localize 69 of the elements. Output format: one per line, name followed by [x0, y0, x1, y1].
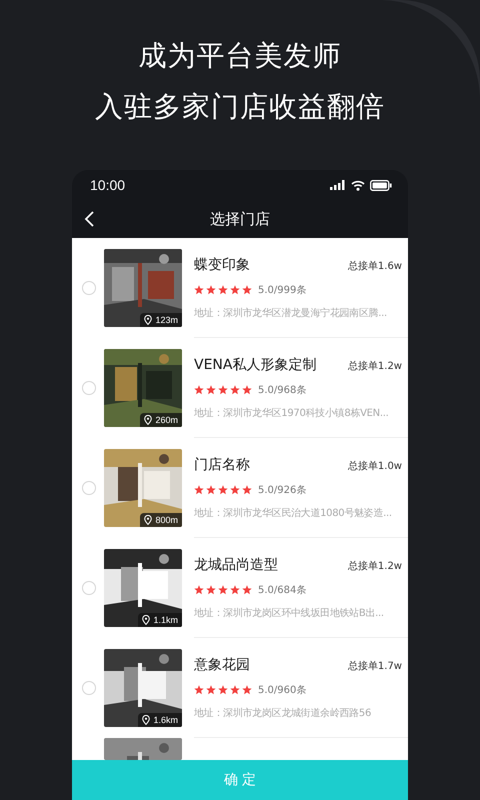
distance-text: 1.6km	[153, 715, 178, 725]
star-icon	[242, 484, 252, 494]
star-icon	[194, 484, 204, 494]
rating-text: 5.0/960条	[258, 684, 306, 696]
wifi-icon	[351, 180, 365, 190]
star-icon	[218, 384, 228, 394]
radio-button[interactable]	[82, 581, 96, 595]
back-icon[interactable]	[84, 211, 94, 227]
confirm-button[interactable]: 确 定	[72, 760, 408, 800]
star-icon	[218, 584, 228, 594]
radio-button[interactable]	[82, 481, 96, 495]
star-icon	[194, 384, 204, 394]
store-address: 地址：深圳市龙华区民治大道1080号魅姿造...	[194, 506, 393, 520]
battery-icon	[370, 180, 392, 190]
distance-text: 1.1km	[153, 615, 178, 625]
star-icon	[194, 684, 204, 694]
star-icon	[218, 484, 228, 494]
star-icon	[230, 684, 240, 694]
store-address: 地址：深圳市龙岗区龙城街道余岭西路56	[194, 706, 372, 720]
order-count: 总接单1.0w	[348, 460, 402, 472]
order-count: 总接单1.2w	[348, 360, 402, 372]
star-icon	[194, 284, 204, 294]
location-pin-icon	[142, 615, 150, 625]
star-icon	[206, 484, 216, 494]
rating-text: 5.0/999条	[258, 284, 306, 296]
distance-text: 800m	[155, 515, 178, 525]
star-icon	[242, 684, 252, 694]
location-pin-icon	[142, 715, 150, 725]
location-pin-icon	[144, 415, 152, 425]
distance-text: 123m	[155, 315, 178, 325]
radio-button[interactable]	[82, 381, 96, 395]
store-name: VENA私人形象定制	[194, 356, 316, 374]
star-icon	[206, 284, 216, 294]
star-icon	[206, 684, 216, 694]
order-count: 总接单1.7w	[348, 660, 402, 672]
headline: 入驻多家门店收益翻倍	[95, 89, 385, 125]
store-address: 地址：深圳市龙华区潜龙曼海宁花园南区腾...	[194, 306, 388, 320]
store-name: 门店名称	[194, 456, 250, 474]
order-count: 总接单1.2w	[348, 560, 402, 572]
radio-button[interactable]	[82, 281, 96, 295]
distance-text: 260m	[155, 415, 178, 425]
rating-text: 5.0/968条	[258, 384, 306, 396]
location-pin-icon	[144, 515, 152, 525]
store-address: 地址：深圳市龙华区1970科技小镇8栋VEN...	[194, 406, 390, 420]
status-time: 10:00	[90, 177, 126, 193]
store-name: 龙城品尚造型	[194, 556, 278, 574]
star-icon	[242, 284, 252, 294]
signal-icon	[330, 180, 346, 190]
star-icon	[230, 284, 240, 294]
order-count: 总接单1.6w	[348, 260, 402, 272]
rating-text: 5.0/684条	[258, 584, 306, 596]
star-icon	[230, 584, 240, 594]
radio-button[interactable]	[82, 681, 96, 695]
store-name: 意象花园	[194, 656, 250, 674]
page-title: 选择门店	[210, 210, 270, 228]
star-icon	[230, 484, 240, 494]
star-icon	[194, 584, 204, 594]
star-icon	[242, 584, 252, 594]
star-icon	[206, 384, 216, 394]
store-address: 地址：深圳市龙岗区环中线坂田地铁站B出...	[194, 606, 385, 620]
star-icon	[230, 384, 240, 394]
star-icon	[218, 684, 228, 694]
star-icon	[218, 284, 228, 294]
headline: 成为平台美发师	[138, 38, 342, 74]
star-icon	[242, 384, 252, 394]
rating-text: 5.0/926条	[258, 484, 306, 496]
location-pin-icon	[144, 315, 152, 325]
store-name: 蝶变印象	[194, 256, 250, 274]
star-icon	[206, 584, 216, 594]
